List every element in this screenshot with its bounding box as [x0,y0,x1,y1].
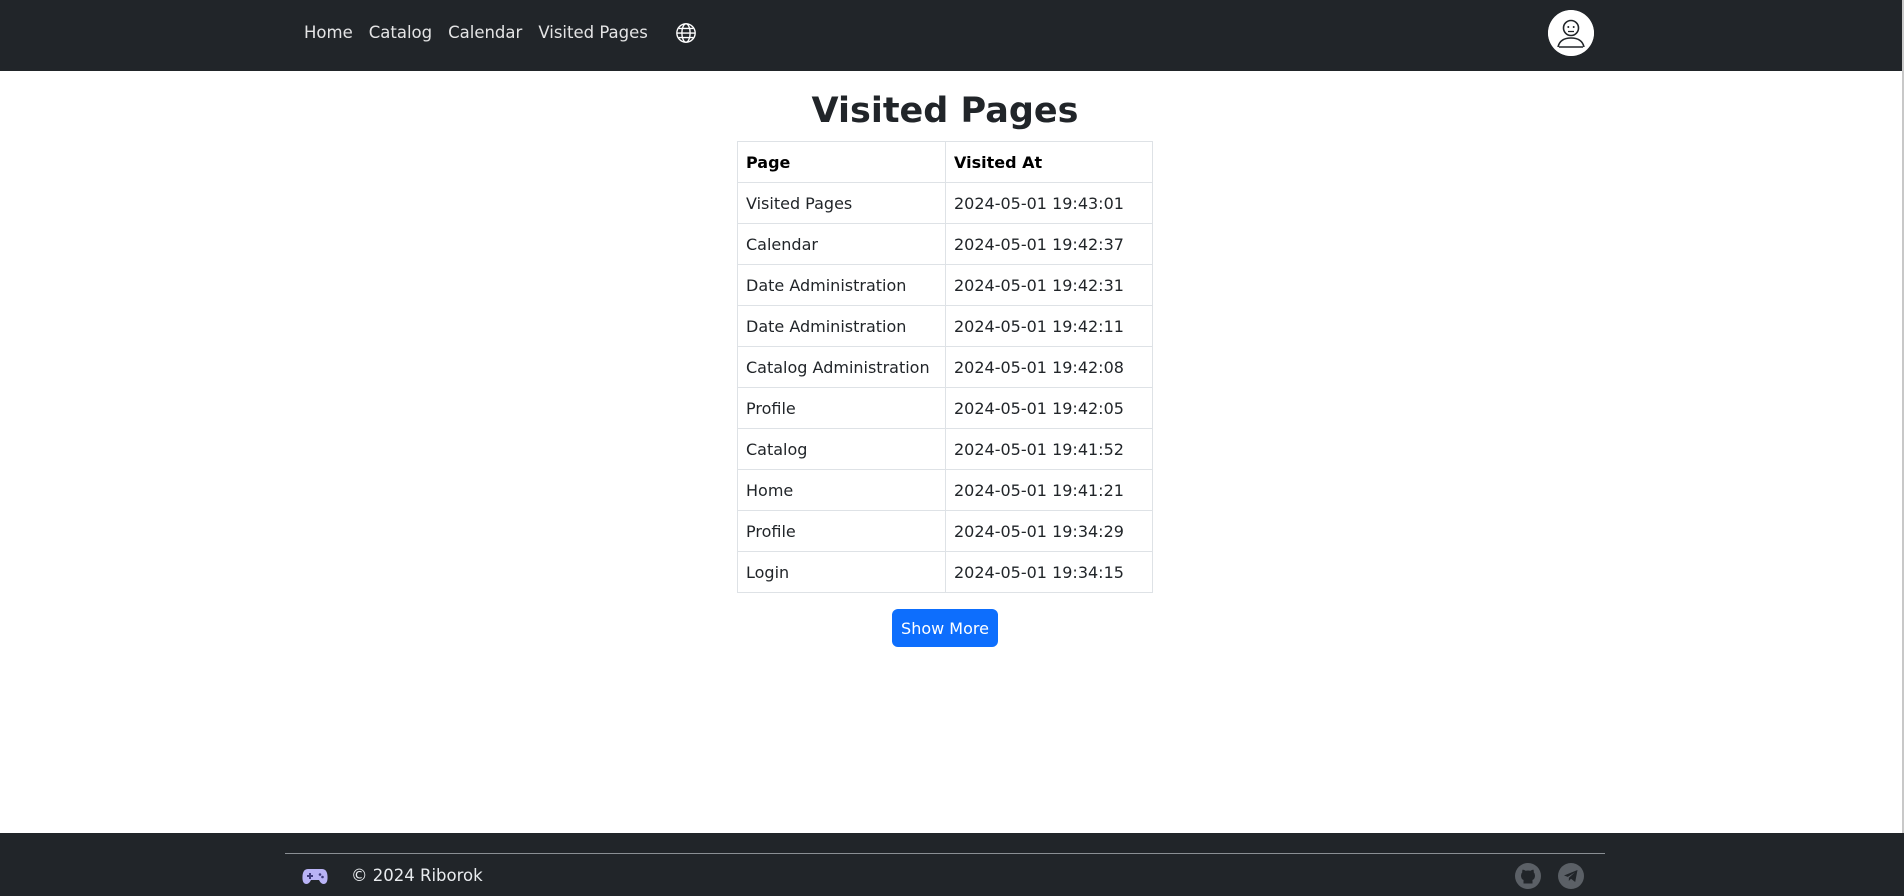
table-row: Catalog Administration 2024-05-01 19:42:… [737,346,1153,388]
table-row: Profile 2024-05-01 19:34:29 [737,510,1153,552]
gamepad-icon [302,866,328,886]
nav-link-home[interactable]: Home [304,23,353,42]
footer-divider [285,853,1605,854]
nav-link-catalog[interactable]: Catalog [369,23,432,42]
page-cell: Catalog Administration [737,346,946,388]
nav-link-visited-pages[interactable]: Visited Pages [538,23,648,42]
page-cell: Calendar [737,223,946,265]
column-header-page: Page [737,141,946,183]
telegram-icon[interactable] [1558,863,1584,889]
top-navbar: Home Catalog Calendar Visited Pages [0,0,1904,71]
page-cell: Login [737,551,946,593]
table-header-row: Page Visited At [737,141,1153,183]
visited-at-cell: 2024-05-01 19:42:31 [945,264,1153,306]
nav-link-calendar[interactable]: Calendar [448,23,522,42]
visited-at-cell: 2024-05-01 19:42:37 [945,223,1153,265]
nav-links: Home Catalog Calendar Visited Pages [304,0,698,65]
footer-copyright: © 2024 Riborok [351,866,483,885]
visited-at-cell: 2024-05-01 19:42:11 [945,305,1153,347]
page-cell: Home [737,469,946,511]
table-row: Home 2024-05-01 19:41:21 [737,469,1153,511]
visited-at-cell: 2024-05-01 19:42:05 [945,387,1153,429]
footer: © 2024 Riborok [0,833,1904,896]
page-cell: Profile [737,510,946,552]
visited-at-cell: 2024-05-01 19:34:15 [945,551,1153,593]
table-row: Catalog 2024-05-01 19:41:52 [737,428,1153,470]
globe-icon[interactable] [674,21,698,45]
table-row: Profile 2024-05-01 19:42:05 [737,387,1153,429]
table-row: Login 2024-05-01 19:34:15 [737,551,1153,593]
table-row: Date Administration 2024-05-01 19:42:31 [737,264,1153,306]
visited-at-cell: 2024-05-01 19:43:01 [945,182,1153,224]
column-header-visited-at: Visited At [945,141,1153,183]
table-row: Calendar 2024-05-01 19:42:37 [737,223,1153,265]
page-cell: Date Administration [737,264,946,306]
user-avatar-icon[interactable] [1548,10,1594,56]
table-row: Visited Pages 2024-05-01 19:43:01 [737,182,1153,224]
show-more-button[interactable]: Show More [892,609,998,647]
page-cell: Date Administration [737,305,946,347]
visited-at-cell: 2024-05-01 19:34:29 [945,510,1153,552]
page-cell: Catalog [737,428,946,470]
page-cell: Profile [737,387,946,429]
github-icon[interactable] [1515,863,1541,889]
visited-at-cell: 2024-05-01 19:41:52 [945,428,1153,470]
table-row: Date Administration 2024-05-01 19:42:11 [737,305,1153,347]
visited-at-cell: 2024-05-01 19:42:08 [945,346,1153,388]
visited-at-cell: 2024-05-01 19:41:21 [945,469,1153,511]
visited-pages-table: Page Visited At Visited Pages 2024-05-01… [737,141,1153,593]
page-cell: Visited Pages [737,182,946,224]
page-title: Visited Pages [811,91,1079,131]
